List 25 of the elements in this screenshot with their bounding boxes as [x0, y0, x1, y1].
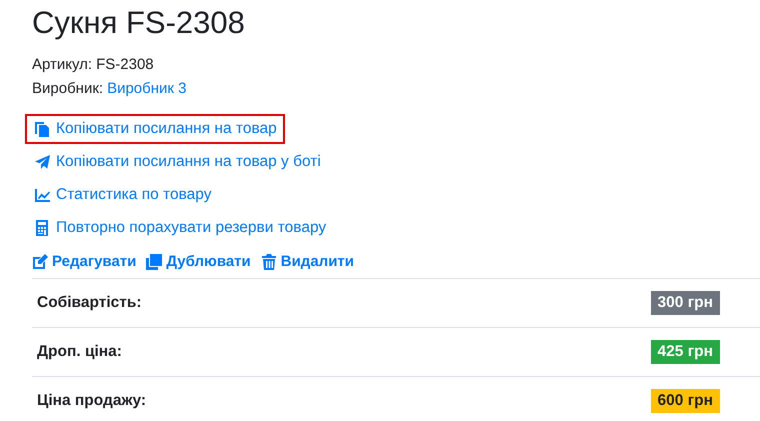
action-link[interactable]: Дублювати [146, 253, 251, 270]
action-link[interactable]: Статистика по товару [25, 180, 220, 210]
manufacturer-link[interactable]: Виробник 3 [107, 77, 186, 102]
action-link[interactable]: Копіювати посилання на товар [25, 114, 285, 144]
field-label: Артикул: [32, 55, 92, 76]
price-badge: 425 грн [650, 340, 720, 364]
action-link[interactable]: Видалити [260, 253, 354, 270]
action-link[interactable]: Повторно порахувати резерви товару [25, 213, 334, 244]
line-chart-icon [34, 187, 50, 204]
calculator-icon [34, 220, 50, 236]
price-label: Дроп. ціна: [37, 343, 122, 362]
page-title: Сукня FS-2308 [32, 4, 245, 42]
edit-icon [32, 254, 48, 270]
field-label: Виробник: [32, 79, 104, 100]
paper-plane-icon [34, 154, 50, 170]
copy-icon [34, 121, 50, 138]
price-label: Собівартість: [37, 294, 142, 312]
price-badge: 300 грн [650, 291, 720, 316]
price-label: Ціна продажу: [37, 392, 146, 410]
action-link[interactable]: Копіювати посилання на товар у боті [25, 147, 329, 178]
price-badge: 600 грн [650, 389, 720, 414]
field-value: FS-2308 [96, 55, 154, 76]
trash-icon [260, 254, 277, 270]
duplicate-icon [146, 254, 162, 270]
action-link[interactable]: Редагувати [32, 253, 136, 270]
